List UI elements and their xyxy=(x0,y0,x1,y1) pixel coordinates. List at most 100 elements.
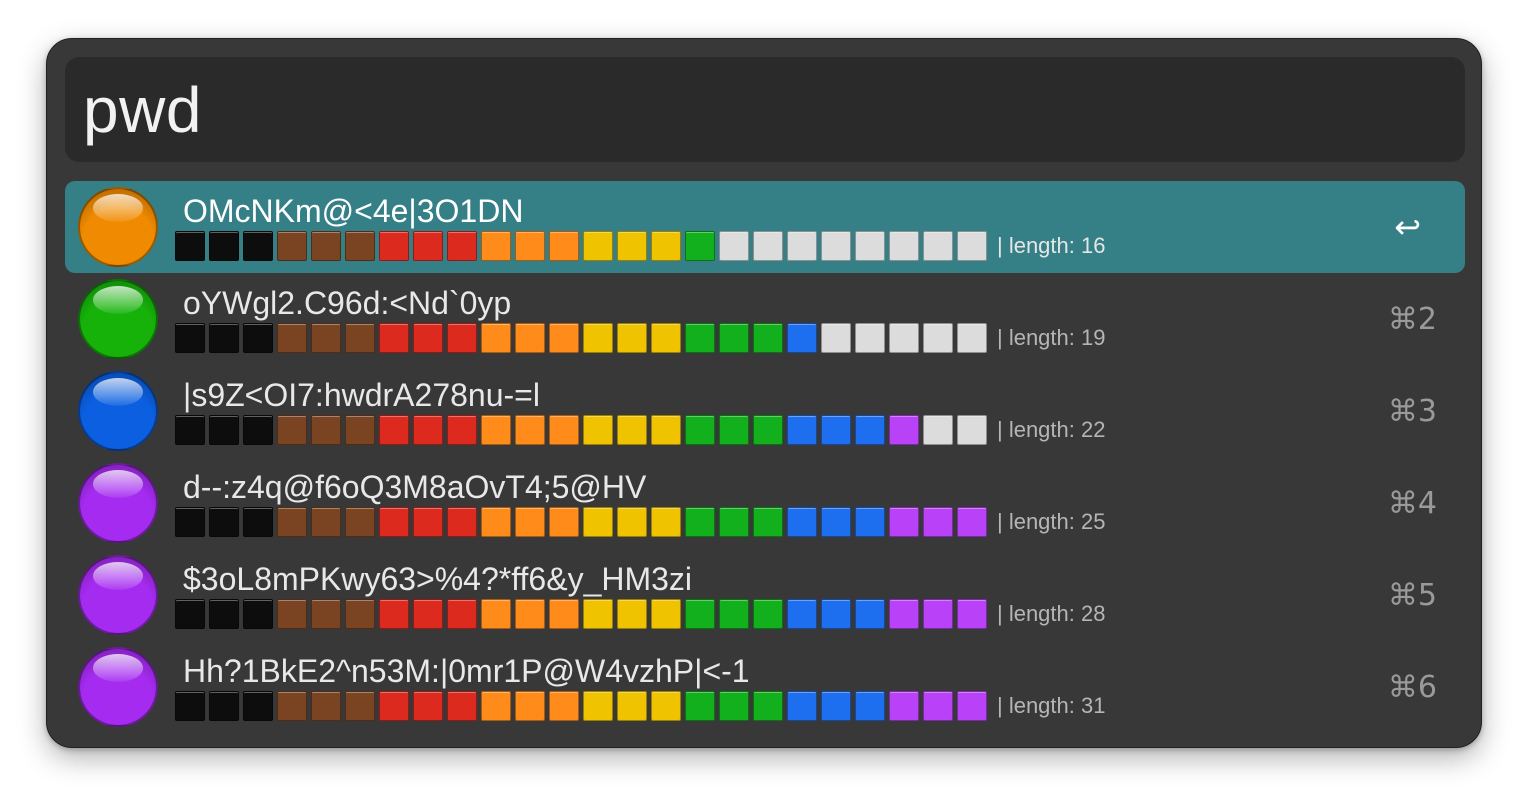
strength-square xyxy=(413,231,443,261)
password-text: Hh?1BkE2^n53M:|0mr1P@W4vzhP|<-1 xyxy=(183,653,750,689)
result-row[interactable]: |s9Z<OI7:hwdrA278nu-=l | length: 22 ⌘3 xyxy=(65,365,1465,457)
return-key-icon: ↩ xyxy=(1394,208,1421,246)
strength-square xyxy=(379,691,409,721)
length-label: | length: 19 xyxy=(997,325,1106,350)
strength-square xyxy=(617,323,647,353)
strength-square xyxy=(515,415,545,445)
strength-square xyxy=(957,415,987,445)
strength-square xyxy=(617,231,647,261)
strength-square xyxy=(923,507,953,537)
strength-square xyxy=(855,415,885,445)
strength-square xyxy=(277,691,307,721)
strength-square xyxy=(719,507,749,537)
strength-square xyxy=(617,415,647,445)
shortcut-label: ⌘4 xyxy=(1387,485,1437,521)
strength-square xyxy=(889,691,919,721)
strength-square xyxy=(855,507,885,537)
strength-square xyxy=(243,323,273,353)
strength-meter: | length: 31 xyxy=(175,691,1105,721)
password-text: $3oL8mPKwy63>%4?*ff6&y_HM3zi xyxy=(183,561,693,597)
strength-square xyxy=(617,599,647,629)
strength-square xyxy=(447,599,477,629)
strength-square xyxy=(481,599,511,629)
strength-square xyxy=(923,415,953,445)
purple-circle-icon xyxy=(78,647,158,727)
result-row[interactable]: Hh?1BkE2^n53M:|0mr1P@W4vzhP|<-1 | length:… xyxy=(65,641,1465,733)
strength-square xyxy=(787,323,817,353)
strength-square xyxy=(651,691,681,721)
result-row[interactable]: OMcNKm@<4e|3O1DN | length: 16 ↩ xyxy=(65,181,1465,273)
strength-square xyxy=(175,599,205,629)
strength-square xyxy=(209,231,239,261)
length-label: | length: 16 xyxy=(997,233,1106,258)
strength-square xyxy=(583,323,613,353)
strength-square xyxy=(753,415,783,445)
strength-square xyxy=(209,691,239,721)
strength-square xyxy=(753,231,783,261)
strength-square xyxy=(753,691,783,721)
strength-square xyxy=(515,231,545,261)
strength-square xyxy=(583,599,613,629)
strength-square xyxy=(515,507,545,537)
strength-square xyxy=(175,231,205,261)
shortcut-label: ⌘6 xyxy=(1387,669,1437,705)
strength-square xyxy=(277,507,307,537)
strength-square xyxy=(685,415,715,445)
strength-square xyxy=(311,691,341,721)
strength-square xyxy=(855,691,885,721)
search-box[interactable]: pwd xyxy=(65,57,1465,162)
strength-square xyxy=(311,507,341,537)
strength-square xyxy=(549,507,579,537)
strength-square xyxy=(243,231,273,261)
strength-square xyxy=(957,691,987,721)
strength-square xyxy=(379,507,409,537)
strength-square xyxy=(855,599,885,629)
strength-square xyxy=(481,415,511,445)
strength-square xyxy=(277,599,307,629)
strength-square xyxy=(685,691,715,721)
strength-square xyxy=(311,415,341,445)
strength-square xyxy=(243,415,273,445)
strength-square xyxy=(753,599,783,629)
strength-square xyxy=(175,691,205,721)
strength-square xyxy=(855,231,885,261)
strength-square xyxy=(175,507,205,537)
strength-square xyxy=(957,507,987,537)
result-row[interactable]: $3oL8mPKwy63>%4?*ff6&y_HM3zi | length: 28… xyxy=(65,549,1465,641)
strength-square xyxy=(787,231,817,261)
strength-square xyxy=(787,507,817,537)
strength-square xyxy=(549,415,579,445)
strength-square xyxy=(889,323,919,353)
strength-square xyxy=(379,415,409,445)
result-row[interactable]: d--:z4q@f6oQ3M8aOvT4;5@HV | length: 25 ⌘4 xyxy=(65,457,1465,549)
strength-square xyxy=(345,323,375,353)
strength-square xyxy=(311,599,341,629)
strength-square xyxy=(821,507,851,537)
strength-square xyxy=(209,599,239,629)
strength-square xyxy=(651,507,681,537)
strength-square xyxy=(821,415,851,445)
strength-square xyxy=(753,323,783,353)
strength-square xyxy=(753,507,783,537)
search-input[interactable]: pwd xyxy=(83,78,202,142)
strength-square xyxy=(345,691,375,721)
strength-square xyxy=(209,415,239,445)
strength-square xyxy=(821,323,851,353)
password-text: |s9Z<OI7:hwdrA278nu-=l xyxy=(183,377,540,413)
strength-square xyxy=(719,691,749,721)
blue-circle-icon xyxy=(78,371,158,451)
strength-square xyxy=(447,415,477,445)
strength-square xyxy=(685,507,715,537)
strength-square xyxy=(889,415,919,445)
strength-square xyxy=(379,599,409,629)
strength-square xyxy=(889,231,919,261)
purple-circle-icon xyxy=(78,463,158,543)
strength-square xyxy=(481,323,511,353)
strength-square xyxy=(855,323,885,353)
strength-square xyxy=(719,415,749,445)
strength-square xyxy=(413,415,443,445)
purple-circle-icon xyxy=(78,555,158,635)
strength-square xyxy=(209,323,239,353)
result-row[interactable]: oYWgl2.C96d:<Nd`0yp | length: 19 ⌘2 xyxy=(65,273,1465,365)
strength-square xyxy=(549,599,579,629)
